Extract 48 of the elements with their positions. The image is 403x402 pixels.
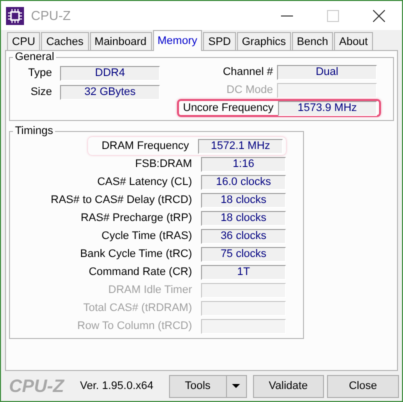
field-label: DC Mode xyxy=(226,84,274,96)
field-label: Channel # xyxy=(222,66,274,78)
close-icon[interactable] xyxy=(373,10,385,22)
field-label: Bank Cycle Time (tRC) xyxy=(80,248,193,260)
dropdown-button[interactable] xyxy=(226,374,247,398)
tab[interactable]: SPD xyxy=(203,32,236,50)
footer-button[interactable]: Validate xyxy=(252,374,324,398)
value-field: Dual xyxy=(277,64,377,80)
field-label: Size xyxy=(30,86,53,98)
footer-button[interactable]: Close xyxy=(326,374,399,398)
value-field: 16.0 clocks xyxy=(201,174,286,190)
value-field: 1572.1 MHz xyxy=(198,138,283,154)
field-label: Command Rate (CR) xyxy=(88,266,193,278)
group-title: General xyxy=(14,51,56,63)
logo-text: CPU-Z xyxy=(9,376,66,396)
field-label: CAS# Latency (CL) xyxy=(97,176,193,188)
field-label: Type xyxy=(27,67,53,79)
tools-button[interactable]: Tools xyxy=(168,374,227,398)
tab[interactable]: Caches xyxy=(41,32,89,50)
version-text: Ver. 1.95.0.x64 xyxy=(80,380,154,392)
value-field: 1573.9 MHz xyxy=(278,100,377,116)
value-field: 75 clocks xyxy=(201,246,286,262)
field-label: Row To Column (tRCD) xyxy=(77,320,193,332)
chip-icon xyxy=(6,6,24,24)
value-field: 18 clocks xyxy=(201,192,286,208)
group-title: Timings xyxy=(14,125,54,137)
field-label: DRAM Idle Timer xyxy=(108,284,193,296)
tab[interactable]: About xyxy=(334,32,373,50)
field-label: FSB:DRAM xyxy=(135,158,193,170)
field-label: Total CAS# (tRDRAM) xyxy=(83,302,193,314)
value-field: DDR4 xyxy=(60,66,160,80)
value-field: 1T xyxy=(201,264,286,280)
value-field: 32 GBytes xyxy=(60,84,160,100)
field-label: Cycle Time (tRAS) xyxy=(102,230,193,242)
tab[interactable]: Mainboard xyxy=(90,32,152,50)
tab[interactable]: Memory xyxy=(152,30,202,51)
value-field: 1:16 xyxy=(201,156,286,172)
field-label: Uncore Frequency xyxy=(183,102,274,114)
value-field: 36 clocks xyxy=(201,228,286,244)
caret-icon xyxy=(232,384,240,388)
tab[interactable]: Graphics xyxy=(236,32,291,50)
value-field: 18 clocks xyxy=(201,210,286,226)
field-label: DRAM Frequency xyxy=(102,140,190,152)
field-label: RAS# to CAS# Delay (tRCD) xyxy=(50,194,193,206)
tab[interactable]: CPU xyxy=(7,32,40,50)
tab[interactable]: Bench xyxy=(292,32,334,50)
field-label: RAS# Precharge (tRP) xyxy=(80,212,193,224)
window-title: CPU-Z xyxy=(31,8,71,23)
